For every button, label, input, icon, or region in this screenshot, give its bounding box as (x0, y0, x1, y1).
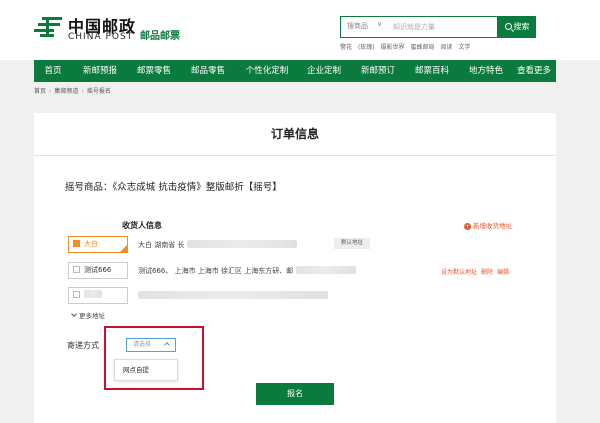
hot-word[interactable]: (玫瑰) (358, 44, 375, 51)
order-card: 订单信息 摇号商品：《众志成城 抗击疫情》整版邮折【摇号】 收货人信息 + 新增收… (34, 113, 556, 423)
address-actions: 设为默认地址 删除 编辑 (441, 267, 513, 276)
redacted-text (84, 290, 102, 298)
default-address-badge: 默认地址 (334, 238, 370, 249)
nav-item-new-stamp-order[interactable]: 新邮预订 (356, 60, 400, 82)
nav-item-more[interactable]: 查看更多 (512, 60, 556, 82)
search-icon (504, 23, 512, 30)
nav-item-enterprise[interactable]: 企业定制 (302, 60, 346, 82)
search-button-label: 搜索 (513, 22, 530, 31)
nav-item-new-stamp-forecast[interactable]: 新邮预报 (78, 60, 122, 82)
product-label: 摇号商品： (65, 182, 113, 193)
hot-word[interactable]: 蜜蜂邮局 (410, 44, 434, 51)
address-tag-selected[interactable]: 大白 (68, 236, 128, 253)
address-tag[interactable]: 测试666 (68, 262, 128, 279)
product-name: 《众志成城 抗击疫情》整版邮折【摇号】 (112, 182, 282, 193)
nav-item-local-specialty[interactable]: 地方特色 (464, 60, 508, 82)
nav-item-stamp-encyclopedia[interactable]: 邮票百科 (410, 60, 454, 82)
chevron-down-icon[interactable]: ∨ (377, 20, 382, 28)
search-input[interactable] (393, 19, 493, 35)
search-box: 搜商品 ∨ (340, 16, 498, 38)
nav-item-home[interactable]: 首页 (40, 60, 66, 82)
checkbox-checked-icon (73, 240, 80, 247)
selected-corner-icon (120, 245, 127, 252)
breadcrumb-separator: › (49, 88, 52, 95)
logo-subtitle[interactable]: 邮品邮票 (140, 27, 180, 42)
address-tag[interactable] (68, 287, 128, 304)
new-address-link[interactable]: + 新增收货地址 (464, 220, 512, 230)
hot-word[interactable]: 警花 (340, 44, 352, 51)
checkbox-icon (73, 291, 80, 298)
more-addresses-toggle[interactable]: 更多地址 (71, 310, 105, 320)
divider (34, 155, 556, 156)
address-text: 测试666、 上海市 上海市 徐汇区 上海东方研、邮 (138, 267, 294, 275)
nav-item-stamp-retail[interactable]: 邮票零售 (132, 60, 176, 82)
redacted-text (186, 240, 297, 248)
new-address-label: 新增收货地址 (473, 222, 512, 230)
checkbox-icon (73, 266, 80, 273)
annotation-highlight-box (104, 326, 204, 390)
redacted-text (295, 266, 356, 274)
chevron-down-icon (71, 311, 77, 317)
nav-item-personalized[interactable]: 个性化定制 (240, 60, 294, 82)
shipping-method-label: 寄递方式 (67, 341, 99, 350)
breadcrumb-separator: › (81, 88, 84, 95)
plus-icon: + (464, 223, 471, 230)
address-text: 大白 湖南省 长 (138, 241, 185, 249)
china-post-logo-icon[interactable] (34, 14, 64, 40)
redacted-text (138, 291, 328, 299)
address-tag-label: 测试666 (84, 266, 112, 274)
main-nav: 首页 新邮预报 邮票零售 邮品零售 个性化定制 企业定制 新邮预订 邮票百科 地… (34, 60, 556, 82)
delete-link[interactable]: 删除 (481, 269, 493, 276)
set-default-link[interactable]: 设为默认地址 (441, 269, 477, 276)
search-button[interactable]: 搜索 (498, 16, 536, 38)
hot-word[interactable]: 阅读 (440, 44, 452, 51)
address-tag-label: 大白 (84, 240, 98, 248)
address-line (138, 291, 328, 300)
breadcrumb-item[interactable]: 集邮频道 (54, 88, 78, 95)
breadcrumb-item-current: 摇号报名 (86, 88, 111, 95)
hot-word[interactable]: 摄影世界 (381, 44, 405, 51)
site-header: 中国邮政 CHINA POST 邮品邮票 搜商品 ∨ 搜索 警花 (玫瑰) 摄影… (0, 0, 600, 60)
receiver-info-title: 收货人信息 (122, 221, 162, 230)
hot-word[interactable]: 文学 (458, 44, 470, 51)
page-title: 订单信息 (270, 127, 319, 141)
address-line: 大白 湖南省 长 (138, 240, 297, 250)
submit-button[interactable]: 报名 (256, 383, 334, 405)
search-category-select[interactable]: 搜商品 (347, 21, 368, 31)
breadcrumb-item[interactable]: 首页 (34, 88, 46, 95)
product-line: 摇号商品：《众志成城 抗击疫情》整版邮折【摇号】 (65, 179, 282, 193)
logo-english-text[interactable]: CHINA POST (68, 32, 133, 42)
nav-item-philatelic-retail[interactable]: 邮品零售 (186, 60, 230, 82)
hot-words: 警花 (玫瑰) 摄影世界 蜜蜂邮局 阅读 文学 (340, 42, 474, 51)
address-line: 测试666、 上海市 上海市 徐汇区 上海东方研、邮 (138, 266, 356, 276)
edit-link[interactable]: 编辑 (497, 269, 509, 276)
breadcrumb: 首页 › 集邮频道 › 摇号报名 (34, 86, 111, 95)
more-addresses-label: 更多地址 (79, 312, 105, 320)
